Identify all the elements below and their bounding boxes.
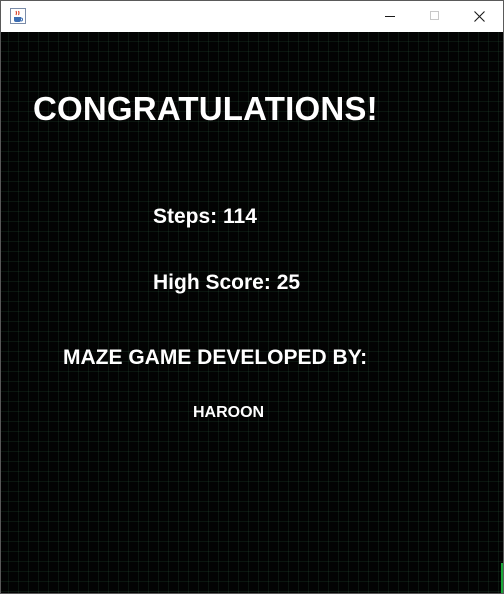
steps-count: Steps: 114 xyxy=(153,205,257,229)
steps-label: Steps: xyxy=(153,205,218,228)
author-name: HAROON xyxy=(193,404,265,421)
game-canvas: CONGRATULATIONS! Steps: 114 High Score: … xyxy=(1,32,503,593)
edge-accent xyxy=(501,563,503,593)
maximize-icon xyxy=(430,11,439,20)
steps-value: 114 xyxy=(223,205,257,228)
close-button[interactable] xyxy=(457,1,503,32)
maximize-button[interactable] xyxy=(413,1,459,32)
high-score: High Score: 25 xyxy=(153,271,300,295)
app-window: CONGRATULATIONS! Steps: 114 High Score: … xyxy=(0,0,504,594)
congratulations-heading: CONGRATULATIONS! xyxy=(33,90,378,127)
minimize-button[interactable] xyxy=(367,1,413,32)
minimize-icon xyxy=(385,16,395,17)
high-score-label: High Score: xyxy=(153,271,271,294)
title-bar[interactable] xyxy=(1,1,503,32)
high-score-value: 25 xyxy=(276,271,301,294)
developed-by-heading: MAZE GAME DEVELOPED BY: xyxy=(63,346,368,369)
java-coffee-cup-icon[interactable] xyxy=(10,8,26,24)
